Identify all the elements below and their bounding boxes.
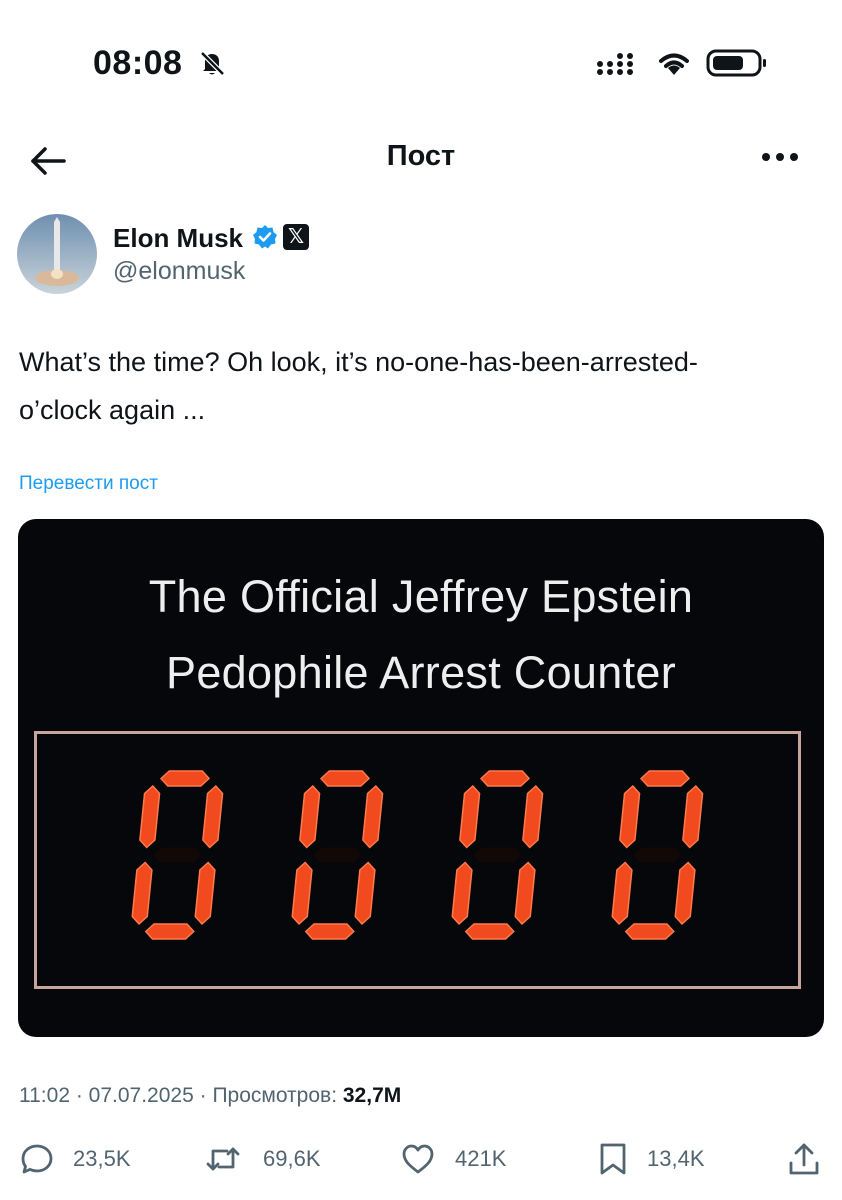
- translate-link[interactable]: Перевести пост: [19, 473, 158, 495]
- meta-separator: ·: [75, 1084, 89, 1107]
- verified-icon: [253, 225, 277, 249]
- post-image[interactable]: The Official Jeffrey Epstein Pedophile A…: [18, 519, 824, 1037]
- views-label: Просмотров:: [212, 1084, 338, 1107]
- post-text: What’s the time? Oh look, it’s no-one-ha…: [19, 338, 819, 434]
- signal-icon: [597, 53, 633, 75]
- counter-digit: [451, 770, 544, 940]
- battery-icon: [706, 49, 766, 77]
- digit-segment: [479, 770, 531, 787]
- bookmark-icon[interactable]: [595, 1141, 631, 1177]
- bookmark-count: 13,4K: [647, 1146, 705, 1171]
- digit-segment: [639, 770, 691, 787]
- digit-segment: [633, 847, 682, 863]
- digit-segment: [202, 784, 224, 849]
- like-icon[interactable]: [400, 1141, 436, 1177]
- digit-segment: [194, 861, 216, 926]
- status-time: 08:08: [93, 44, 183, 82]
- counter-digit: [611, 770, 704, 940]
- digit-segment: [619, 784, 641, 849]
- repost-icon[interactable]: [205, 1141, 241, 1177]
- digit-segment: [291, 861, 313, 926]
- digit-segment: [313, 847, 362, 863]
- avatar[interactable]: [17, 214, 97, 294]
- reply-count: 23,5K: [73, 1146, 131, 1171]
- repost-count: 69,6K: [263, 1146, 321, 1171]
- bell-slash-icon: [200, 51, 225, 76]
- digit-segment: [354, 861, 376, 926]
- counter-digit: [291, 770, 384, 940]
- digit-segment: [319, 770, 371, 787]
- digit-segment: [473, 847, 522, 863]
- digit-segment: [299, 784, 321, 849]
- reply-icon[interactable]: [19, 1141, 55, 1177]
- digit-segment: [159, 770, 211, 787]
- counter-display: [131, 770, 704, 940]
- post-date: 07.07.2025: [88, 1084, 194, 1107]
- post-time: 11:02: [19, 1084, 70, 1107]
- views-count[interactable]: 32,7M: [343, 1084, 401, 1107]
- post-text-line: What’s the time? Oh look, it’s no-one-ha…: [19, 347, 698, 377]
- post-text-line: o’clock again ...: [19, 395, 206, 425]
- meta-separator: ·: [199, 1084, 213, 1107]
- digit-segment: [139, 784, 161, 849]
- digit-segment: [304, 923, 355, 940]
- post-meta: 11:02 · 07.07.2025 · Просмотров: 32,7M: [19, 1084, 401, 1108]
- like-count: 421K: [455, 1146, 507, 1171]
- wifi-icon: [659, 53, 689, 75]
- digit-segment: [153, 847, 202, 863]
- digit-segment: [514, 861, 536, 926]
- author-handle[interactable]: @elonmusk: [113, 257, 245, 286]
- digit-segment: [674, 861, 696, 926]
- avatar-rocket-image: [17, 214, 97, 294]
- share-icon[interactable]: [786, 1141, 822, 1177]
- digit-segment: [522, 784, 544, 849]
- digit-segment: [682, 784, 704, 849]
- digit-segment: [611, 861, 633, 926]
- page-title: Пост: [386, 140, 456, 172]
- x-affiliate-badge: 𝕏: [283, 224, 309, 250]
- digit-segment: [144, 923, 195, 940]
- counter-digit: [131, 770, 224, 940]
- digit-segment: [459, 784, 481, 849]
- digit-segment: [624, 923, 675, 940]
- digit-segment: [362, 784, 384, 849]
- digit-segment: [131, 861, 153, 926]
- more-icon[interactable]: [760, 150, 800, 164]
- author-name[interactable]: Elon Musk: [113, 223, 243, 254]
- digit-segment: [451, 861, 473, 926]
- digit-segment: [464, 923, 515, 940]
